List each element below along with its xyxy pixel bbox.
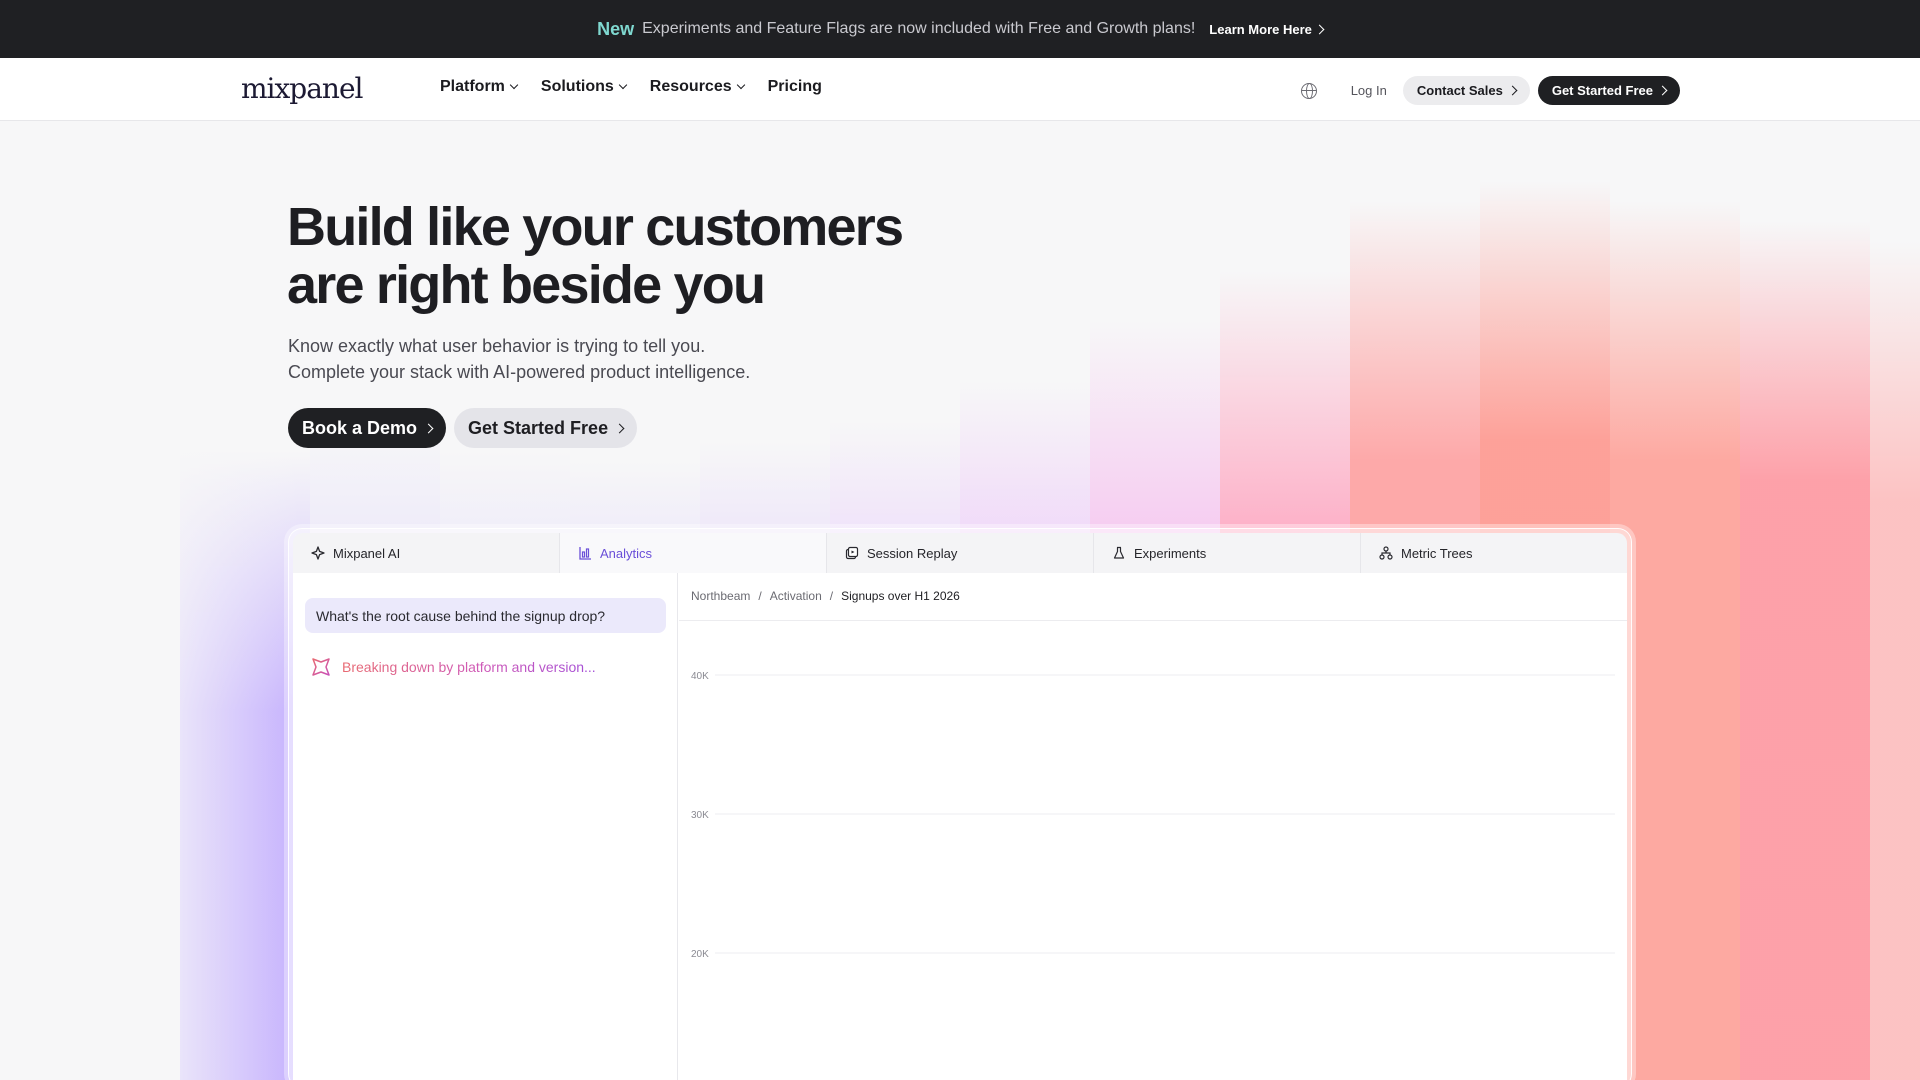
nav-item-resources[interactable]: Resources — [649, 78, 745, 96]
get-started-label: Get Started Free — [468, 417, 609, 438]
nav-item-solutions[interactable]: Solutions — [540, 78, 628, 96]
ai-thinking-status: Breaking down by platform and version... — [310, 656, 596, 678]
announcement-learn-more-link[interactable]: Learn More Here — [1209, 21, 1325, 37]
hero-subtitle: Know exactly what user behavior is tryin… — [288, 333, 988, 385]
tab-session-replay[interactable]: Session Replay — [827, 533, 1094, 573]
top-navigation: mixpanel Platform Solutions Resources Pr… — [0, 58, 1920, 121]
contact-sales-label: Contact Sales — [1416, 83, 1503, 98]
tab-label: Mixpanel AI — [333, 545, 401, 561]
ai-thinking-text: Breaking down by platform and version... — [342, 659, 596, 675]
nav-item-pricing[interactable]: Pricing — [768, 78, 822, 96]
sparkle-icon — [311, 546, 325, 560]
ai-sparkle-icon — [310, 656, 332, 678]
hero-subtitle-line: Complete your stack with AI-powered prod… — [288, 362, 751, 382]
replay-icon — [845, 546, 859, 560]
book-demo-button[interactable]: Book a Demo — [288, 408, 447, 448]
flask-icon — [1112, 546, 1126, 560]
nav-item-label: Solutions — [540, 78, 614, 95]
breadcrumb: Northbeam / Activation / Signups over H1… — [691, 589, 960, 603]
hero-title: Build like your customers are right besi… — [287, 198, 1027, 314]
breadcrumb-item[interactable]: Northbeam — [691, 589, 750, 603]
nav-item-platform[interactable]: Platform — [440, 78, 519, 96]
chevron-right-icon — [1507, 85, 1518, 96]
breadcrumb-divider — [679, 620, 1627, 621]
nav-actions: Log In Contact Sales Get Started Free — [1300, 76, 1680, 105]
breadcrumb-separator: / — [758, 589, 762, 603]
tab-label: Experiments — [1134, 545, 1207, 561]
nav-item-label: Resources — [649, 78, 732, 95]
login-link[interactable]: Log In — [1351, 83, 1387, 98]
announcement-learn-more-label: Learn More Here — [1209, 21, 1312, 37]
contact-sales-button[interactable]: Contact Sales — [1402, 76, 1530, 105]
chevron-right-icon — [1314, 24, 1325, 34]
chevron-down-icon — [509, 80, 519, 90]
signups-chart: 40K 30K 20K — [691, 671, 1615, 960]
tab-mixpanel-ai[interactable]: Mixpanel AI — [293, 533, 560, 573]
tree-icon — [1379, 546, 1393, 560]
y-tick-label: 30K — [691, 810, 709, 821]
tab-experiments[interactable]: Experiments — [1094, 533, 1361, 573]
get-started-label: Get Started Free — [1551, 83, 1653, 98]
chevron-down-icon — [618, 80, 628, 90]
hero-title-line: Build like your customers — [287, 197, 904, 257]
book-demo-label: Book a Demo — [302, 417, 418, 438]
globe-icon[interactable] — [1300, 82, 1317, 99]
chevron-down-icon — [736, 80, 745, 90]
hero-get-started-button[interactable]: Get Started Free — [454, 408, 638, 448]
announcement-message: Experiments and Feature Flags are now in… — [642, 20, 1196, 37]
tab-label: Session Replay — [867, 545, 958, 561]
tab-label: Analytics — [600, 545, 653, 561]
nav-item-label: Pricing — [767, 78, 822, 95]
chat-question-bubble: What's the root cause behind the signup … — [305, 598, 666, 633]
y-tick-label: 20K — [691, 949, 709, 960]
tab-metric-trees[interactable]: Metric Trees — [1361, 533, 1627, 573]
nav-get-started-button[interactable]: Get Started Free — [1537, 76, 1680, 105]
nav-item-label: Platform — [440, 78, 505, 95]
ai-chat-pane — [293, 573, 678, 1080]
tab-analytics[interactable]: Analytics — [560, 533, 827, 573]
hero-subtitle-line: Know exactly what user behavior is tryin… — [288, 336, 706, 356]
chevron-right-icon — [614, 423, 625, 433]
mixpanel-logo[interactable]: mixpanel — [241, 72, 363, 105]
breadcrumb-separator: / — [829, 589, 834, 603]
announcement-bar: New Experiments and Feature Flags are no… — [0, 0, 1920, 58]
chevron-right-icon — [423, 423, 434, 433]
product-tabs: Mixpanel AI Analytics Session Replay Exp… — [293, 533, 1627, 573]
breadcrumb-current: Signups over H1 2026 — [841, 589, 960, 603]
nav-links: Platform Solutions Resources Pricing — [440, 78, 822, 96]
hero-ctas: Book a Demo Get Started Free — [288, 408, 638, 448]
chevron-right-icon — [1657, 85, 1668, 96]
y-tick-label: 40K — [691, 671, 709, 682]
tab-label: Metric Trees — [1401, 545, 1473, 561]
announcement-badge: New — [597, 18, 635, 39]
breadcrumb-item[interactable]: Activation — [770, 589, 822, 603]
hero-title-line: are right beside you — [287, 255, 766, 315]
bar-chart-icon — [578, 546, 592, 560]
